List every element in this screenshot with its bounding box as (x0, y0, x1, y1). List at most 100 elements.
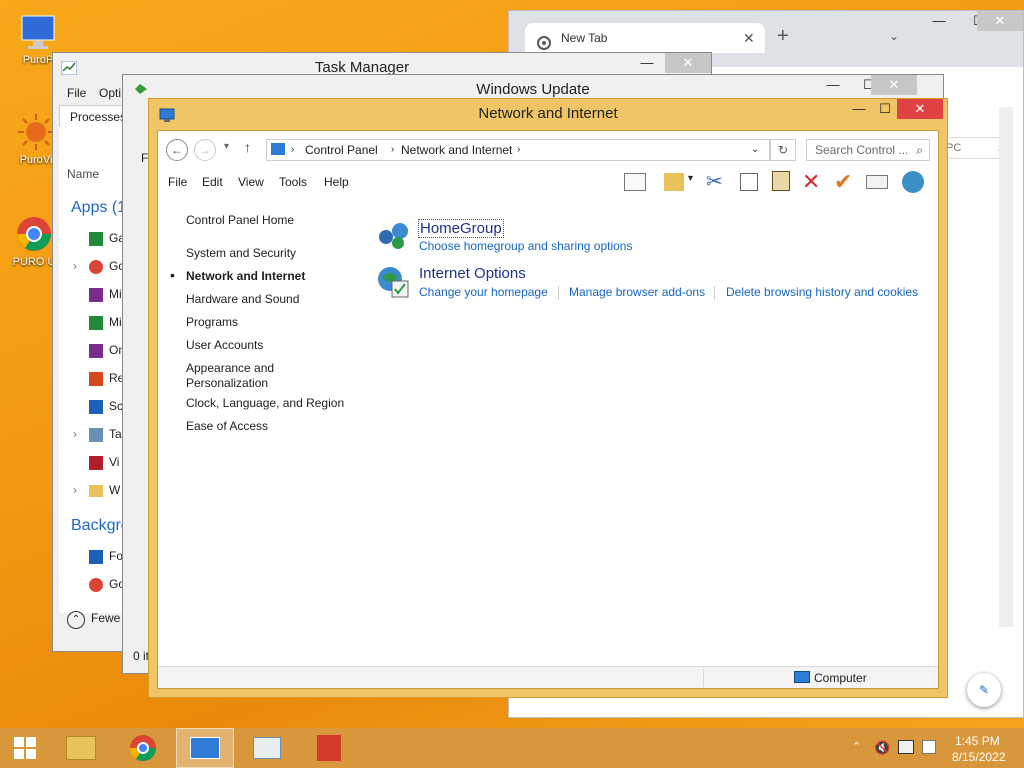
menu-edit[interactable]: Edit (202, 175, 223, 189)
edit-fab-icon[interactable]: ✎ (967, 673, 1001, 707)
properties-icon[interactable] (866, 175, 888, 189)
clock-time[interactable]: 1:45 PM (955, 734, 1000, 748)
taskbar-puro-app[interactable] (300, 728, 358, 768)
expand-chevron-icon[interactable]: › (73, 259, 77, 273)
nav-appearance[interactable]: Appearance and (186, 361, 274, 375)
expand-chevron-icon[interactable]: › (73, 427, 77, 441)
breadcrumb-control-panel[interactable]: Control Panel (305, 140, 378, 160)
change-homepage-link[interactable]: Change your homepage (419, 285, 548, 299)
new-tab-button[interactable]: + (777, 25, 789, 48)
search-icon[interactable]: ⌕ (916, 140, 923, 160)
homegroup-title[interactable]: HomeGroup (418, 219, 504, 238)
app-row-9[interactable]: › W (73, 483, 120, 497)
bg-row-0[interactable]: Fo (89, 549, 123, 564)
breadcrumb-chevron-icon[interactable]: › (391, 140, 394, 160)
breadcrumb-chevron-icon[interactable]: › (517, 140, 520, 160)
menu-file[interactable]: File (168, 175, 187, 189)
delete-history-link[interactable]: Delete browsing history and cookies (726, 285, 918, 299)
chrome-tab-new-tab[interactable]: New Tab ✕ (525, 23, 765, 53)
app-row-0[interactable]: Ga (89, 231, 125, 246)
status-divider (703, 669, 704, 687)
app-row-2[interactable]: Mi (89, 287, 122, 302)
nav-hardware-sound[interactable]: Hardware and Sound (186, 292, 299, 306)
close-icon[interactable]: ✕ (977, 11, 1023, 31)
close-icon[interactable]: ✕ (871, 75, 917, 95)
minimize-icon[interactable]: — (919, 11, 959, 31)
start-button[interactable] (0, 728, 50, 768)
minimize-icon[interactable]: — (627, 53, 667, 73)
menu-view[interactable]: View (238, 175, 264, 189)
column-name[interactable]: Name (67, 167, 99, 181)
homegroup-sharing-link[interactable]: Choose homegroup and sharing options (419, 239, 632, 253)
breadcrumb-chevron-icon[interactable]: › (291, 140, 294, 160)
onenote-icon (89, 343, 103, 358)
address-dropdown-chevron-icon[interactable]: ⌄ (751, 140, 759, 160)
app-row-5[interactable]: Re (89, 371, 124, 386)
chrome-icon (89, 577, 103, 592)
folder-check-icon[interactable] (664, 173, 684, 191)
control-panel-icon (190, 737, 220, 759)
close-tab-icon[interactable]: ✕ (743, 23, 755, 53)
network-internet-window[interactable]: Network and Internet — ☐ ✕ ← → ▾ ↑ › Con… (148, 98, 948, 698)
taskbar-file-explorer[interactable] (52, 728, 110, 768)
tab-search-chevron-icon[interactable]: ⌄ (889, 29, 899, 43)
menu-file[interactable]: File (67, 86, 86, 100)
minimize-icon[interactable]: — (813, 75, 853, 95)
paste-icon[interactable] (772, 171, 790, 191)
up-button[interactable]: ↑ (244, 139, 251, 155)
app-row-1[interactable]: › Go (73, 259, 125, 274)
taskbar-control-panel[interactable] (176, 728, 234, 768)
globe-icon[interactable] (902, 171, 924, 193)
copy-icon[interactable] (740, 173, 758, 191)
volume-muted-icon[interactable]: 🔇 (874, 740, 890, 756)
toolbar-dropdown-chevron-icon[interactable]: ▾ (688, 173, 693, 184)
nav-ease-of-access[interactable]: Ease of Access (186, 419, 268, 433)
delete-icon[interactable]: ✕ (802, 169, 820, 195)
app-row-8[interactable]: Vi (89, 455, 119, 470)
scrollbar[interactable] (999, 107, 1013, 627)
refresh-button[interactable]: ↻ (770, 139, 796, 161)
app-row-3[interactable]: Mi (89, 315, 122, 330)
app-icon (89, 231, 103, 246)
action-center-icon[interactable] (922, 740, 936, 754)
manage-addons-link[interactable]: Manage browser add-ons (569, 285, 705, 299)
clock-date[interactable]: 8/15/2022 (952, 750, 1005, 764)
nav-personalization[interactable]: Personalization (186, 376, 268, 390)
recent-pages-chevron-icon[interactable]: ▾ (224, 141, 229, 152)
expand-chevron-icon[interactable]: › (73, 483, 77, 497)
menu-help[interactable]: Help (324, 175, 349, 189)
menu-options[interactable]: Opti (99, 86, 121, 100)
show-hidden-icons-chevron-icon[interactable]: ⌃ (852, 740, 861, 753)
app-row-6[interactable]: Sc (89, 399, 123, 414)
apps-header: Apps (1 (71, 199, 127, 216)
app-name: Fo (109, 549, 124, 563)
internet-options-title[interactable]: Internet Options (419, 265, 526, 282)
app-row-4[interactable]: On (89, 343, 125, 358)
breadcrumb-network-internet[interactable]: Network and Internet (401, 140, 512, 160)
background-header: Backgro (71, 517, 130, 534)
app-row-7[interactable]: › Ta (73, 427, 122, 442)
back-button[interactable]: ← (166, 139, 188, 161)
taskbar-task-manager[interactable] (238, 728, 296, 768)
nav-clock-language-region[interactable]: Clock, Language, and Region (186, 396, 344, 410)
search-control-panel-input[interactable]: Search Control ... ⌕ (806, 139, 930, 161)
taskbar-chrome[interactable] (114, 728, 172, 768)
nav-system-security[interactable]: System and Security (186, 246, 296, 260)
bg-row-1[interactable]: Go (89, 577, 125, 592)
fewer-details-button[interactable]: ⌃ Fewe (67, 611, 120, 629)
nav-user-accounts[interactable]: User Accounts (186, 338, 263, 352)
menu-tools[interactable]: Tools (279, 175, 307, 189)
app-icon (89, 549, 103, 564)
forward-button[interactable]: → (194, 139, 216, 161)
nav-network-internet[interactable]: Network and Internet (186, 269, 305, 283)
app-icon (89, 315, 103, 330)
cut-icon[interactable]: ✂ (706, 169, 723, 194)
close-icon[interactable]: ✕ (665, 53, 711, 73)
address-bar[interactable]: › Control Panel › Network and Internet ›… (266, 139, 770, 161)
close-icon[interactable]: ✕ (897, 99, 943, 119)
network-icon[interactable] (898, 740, 914, 754)
checkmark-icon[interactable]: ✔ (834, 169, 852, 195)
layout-pane-icon[interactable] (624, 173, 646, 191)
nav-programs[interactable]: Programs (186, 315, 238, 329)
nav-control-panel-home[interactable]: Control Panel Home (186, 213, 294, 227)
